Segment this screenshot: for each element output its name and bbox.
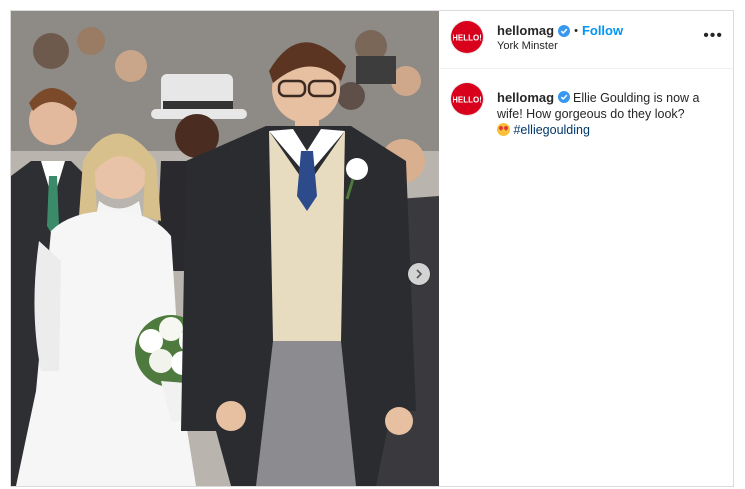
more-options-icon[interactable]: ••• [703,27,723,45]
caption-username[interactable]: hellomag [497,90,554,105]
account-username[interactable]: hellomag [497,23,554,38]
location-link[interactable]: York Minster [497,40,558,52]
avatar-logo-text: HELLO! [453,34,481,43]
wedding-photo-illustration [11,11,439,486]
hello-logo-icon: HELLO! [453,96,481,105]
verified-badge-icon [558,24,571,37]
post-sidebar: HELLO! hellomag • Follow York Minster ••… [440,11,733,486]
instagram-post: HELLO! hellomag • Follow York Minster ••… [10,10,734,487]
hashtag-link[interactable]: #elliegoulding [513,123,589,137]
chevron-right-icon [416,269,423,279]
separator-dot: • [574,24,578,37]
post-photo[interactable] [11,11,439,486]
header-account-line: hellomag • Follow [497,23,623,38]
follow-button[interactable]: Follow [582,23,623,38]
heart-eyes-emoji-icon [497,123,510,136]
caption-avatar-logo-text: HELLO! [453,96,481,105]
verified-badge-icon [557,91,570,103]
hello-logo-icon: HELLO! [453,34,481,43]
carousel-next-button[interactable] [408,263,430,285]
caption-text: hellomag Ellie Goulding is now a wife! H… [497,90,719,138]
caption-avatar[interactable]: HELLO! [451,83,483,115]
avatar[interactable]: HELLO! [451,21,483,53]
post-header: HELLO! hellomag • Follow York Minster ••… [440,11,733,69]
